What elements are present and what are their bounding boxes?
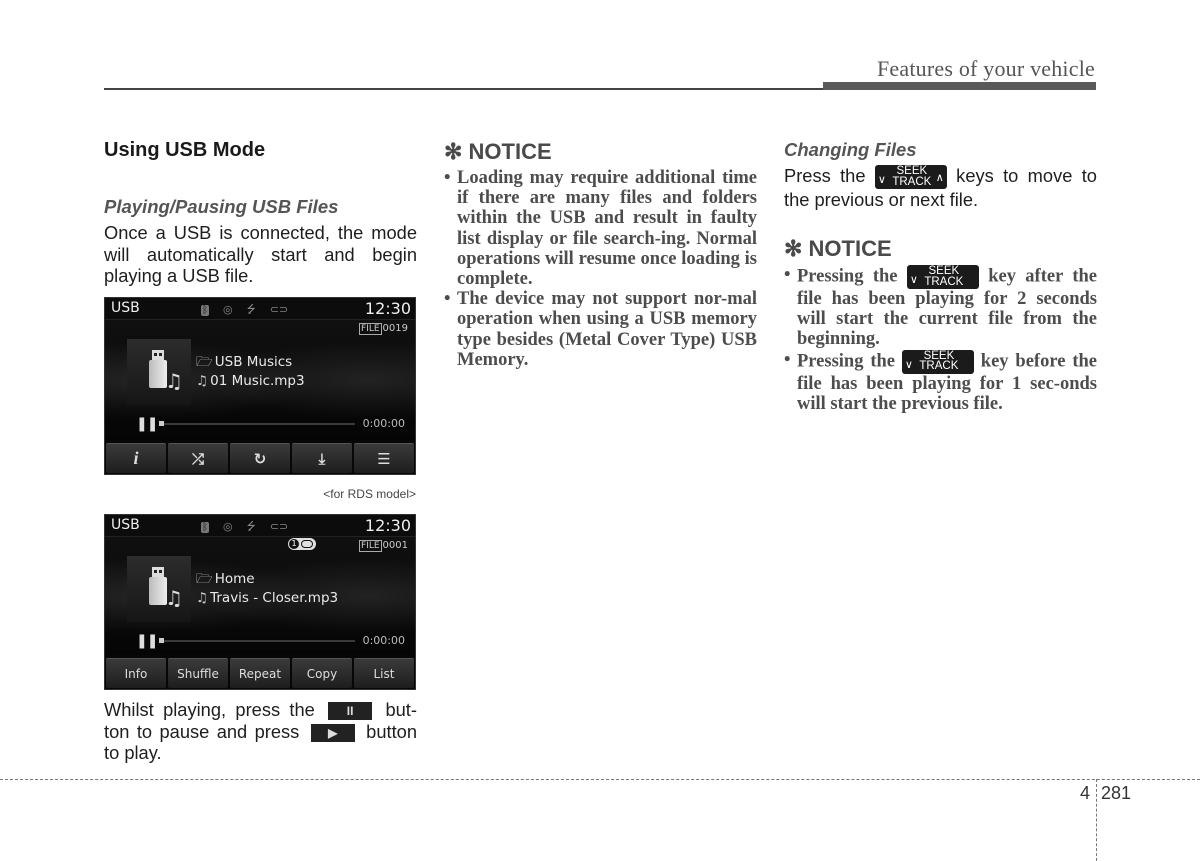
copy-button[interactable]: Copy (292, 658, 352, 688)
softkey-bar: i ⤮ ↻ ⤓ ☰ (106, 443, 414, 473)
footer-divider (1096, 779, 1097, 861)
notice-item: • Pressing the ∨ SEEK TRACK key after the … (784, 265, 1097, 350)
copy-icon: ⤓ (318, 449, 326, 468)
notice-list: • Pressing the ∨ SEEK TRACK key after the … (784, 265, 1097, 414)
bluetooth-icon: ᛒ (201, 522, 209, 533)
chevron-up-icon: ∧ (935, 172, 944, 185)
folder-icon: 🗁 (196, 571, 213, 587)
track-name: ♫ 01 Music.mp3 (196, 373, 305, 389)
pause-icon[interactable]: ❚❚ (136, 633, 158, 649)
file-number: 0019 (382, 323, 408, 334)
shuffle-icon: ⤮ (191, 449, 204, 468)
section-title: Using USB Mode (104, 139, 266, 161)
repeat-button[interactable]: ↻ (230, 443, 290, 473)
header-rule (104, 88, 824, 90)
subheading-playing-pausing: Playing/Pausing USB Files (104, 196, 339, 217)
music-note-icon: ♫ (165, 586, 183, 610)
notice-item: • Pressing the ∨ SEEK TRACK key before the… (784, 349, 1097, 414)
info-icon: i (133, 448, 139, 468)
mode-label: USB (111, 300, 140, 316)
repeat-icon: ↻ (253, 449, 267, 468)
pause-button-graphic: II (328, 702, 373, 721)
music-note-icon: ♫ (196, 373, 209, 389)
status-bar: USB ᛒ ◎ ⭍ ⊂⊃ 12:30 (105, 298, 415, 320)
list-button[interactable]: List (354, 658, 414, 688)
usb-screen-standard: USB ᛒ ◎ ⭍ ⊂⊃ 12:30 1 FILE 0001 ♫ 🗁 Home ♫ Trav… (104, 514, 416, 690)
info-button[interactable]: i (106, 443, 166, 473)
pause-icon: II (346, 704, 354, 719)
seek-track-down-key: ∨ SEEK TRACK (901, 349, 974, 374)
bluetooth-icon: ᛒ (201, 305, 209, 316)
pause-icon[interactable]: ❚❚ (136, 416, 158, 432)
shuffle-button[interactable]: ⤮ (168, 443, 228, 473)
progress-knob[interactable] (159, 638, 164, 643)
figure-caption: <for RDS model> (323, 487, 416, 501)
footer-rule (0, 779, 1200, 780)
info-button[interactable]: Info (106, 658, 166, 688)
status-bar: USB ᛒ ◎ ⭍ ⊂⊃ 12:30 (105, 515, 415, 537)
chevron-down-icon: ∨ (877, 174, 886, 187)
chapter-number: 4 (1080, 783, 1091, 803)
disc-icon: ◎ (223, 303, 233, 316)
music-note-icon: ♫ (196, 590, 209, 606)
play-icon: ▶ (328, 725, 338, 740)
usb-icon: ⭍ (246, 303, 256, 316)
usb-screen-rds: USB ᛒ ◎ ⭍ ⊂⊃ 12:30 FILE 0019 ♫ 🗁 USB Musics ♫… (104, 297, 416, 475)
progress-bar[interactable] (159, 638, 355, 643)
file-tag: FILE (359, 540, 382, 552)
notice-list: • Loading may require additional time if … (444, 168, 757, 370)
notice-item: • Loading may require additional time if … (444, 168, 757, 290)
progress-bar[interactable] (159, 421, 355, 426)
page-number: 281 (1101, 783, 1132, 803)
list-icon: ☰ (377, 449, 391, 468)
mode-label: USB (111, 517, 140, 533)
usb-album-art: ♫ (127, 339, 191, 405)
progress-knob[interactable] (159, 421, 164, 426)
aux-icon: ⊂⊃ (269, 303, 289, 316)
disc-icon: ◎ (223, 520, 233, 533)
repeat-icon (301, 540, 313, 548)
seek-track-down-key: ∨ SEEK TRACK (906, 265, 979, 289)
chevron-down-icon: ∨ (909, 274, 918, 286)
subheading-changing-files: Changing Files (784, 139, 917, 160)
intro-paragraph: Once a USB is connected, the mode will a… (104, 222, 417, 286)
elapsed-time: 0:00:00 (362, 417, 405, 430)
folder-icon: 🗁 (196, 354, 213, 370)
track-name: ♫ Travis - Closer.mp3 (196, 590, 339, 606)
folder-name: 🗁 USB Musics (196, 354, 293, 370)
changing-files-paragraph: Press the ∨ SEEK TRACK ∧ keys to move to … (784, 165, 1097, 211)
list-button[interactable]: ☰ (354, 443, 414, 473)
clock: 12:30 (364, 299, 411, 318)
file-number: 0001 (382, 540, 408, 551)
notice-title: ✻ NOTICE (784, 236, 892, 261)
clock: 12:30 (364, 516, 411, 535)
repeat-one-badge: 1 (288, 538, 316, 550)
seek-track-key: ∨ SEEK TRACK ∧ (874, 165, 947, 190)
softkey-bar: Info Shuffle Repeat Copy List (106, 658, 414, 688)
elapsed-time: 0:00:00 (362, 634, 405, 647)
status-icons: ᛒ ◎ ⭍ ⊂⊃ (201, 518, 302, 537)
usb-album-art: ♫ (127, 556, 191, 622)
aux-icon: ⊂⊃ (269, 520, 289, 533)
play-button-graphic: ▶ (310, 723, 355, 742)
music-note-icon: ♫ (165, 369, 183, 393)
play-pause-paragraph: Whilst playing, press the II but-ton to … (104, 699, 417, 763)
status-icons: ᛒ ◎ ⭍ ⊂⊃ (201, 301, 302, 320)
copy-button[interactable]: ⤓ (292, 443, 352, 473)
file-counter: FILE 0001 (359, 540, 408, 552)
notice-title: ✻ NOTICE (444, 139, 552, 164)
chevron-down-icon: ∨ (904, 358, 913, 371)
folder-name: 🗁 Home (196, 571, 255, 587)
shuffle-button[interactable]: Shuffle (168, 658, 228, 688)
repeat-button[interactable]: Repeat (230, 658, 290, 688)
file-counter: FILE 0019 (359, 323, 408, 335)
file-tag: FILE (359, 323, 382, 335)
header-rule-accent (823, 82, 1096, 90)
running-header: Features of your vehicle (876, 56, 1095, 81)
usb-icon: ⭍ (246, 520, 256, 533)
notice-item: • The device may not support nor-mal oper… (444, 289, 757, 370)
